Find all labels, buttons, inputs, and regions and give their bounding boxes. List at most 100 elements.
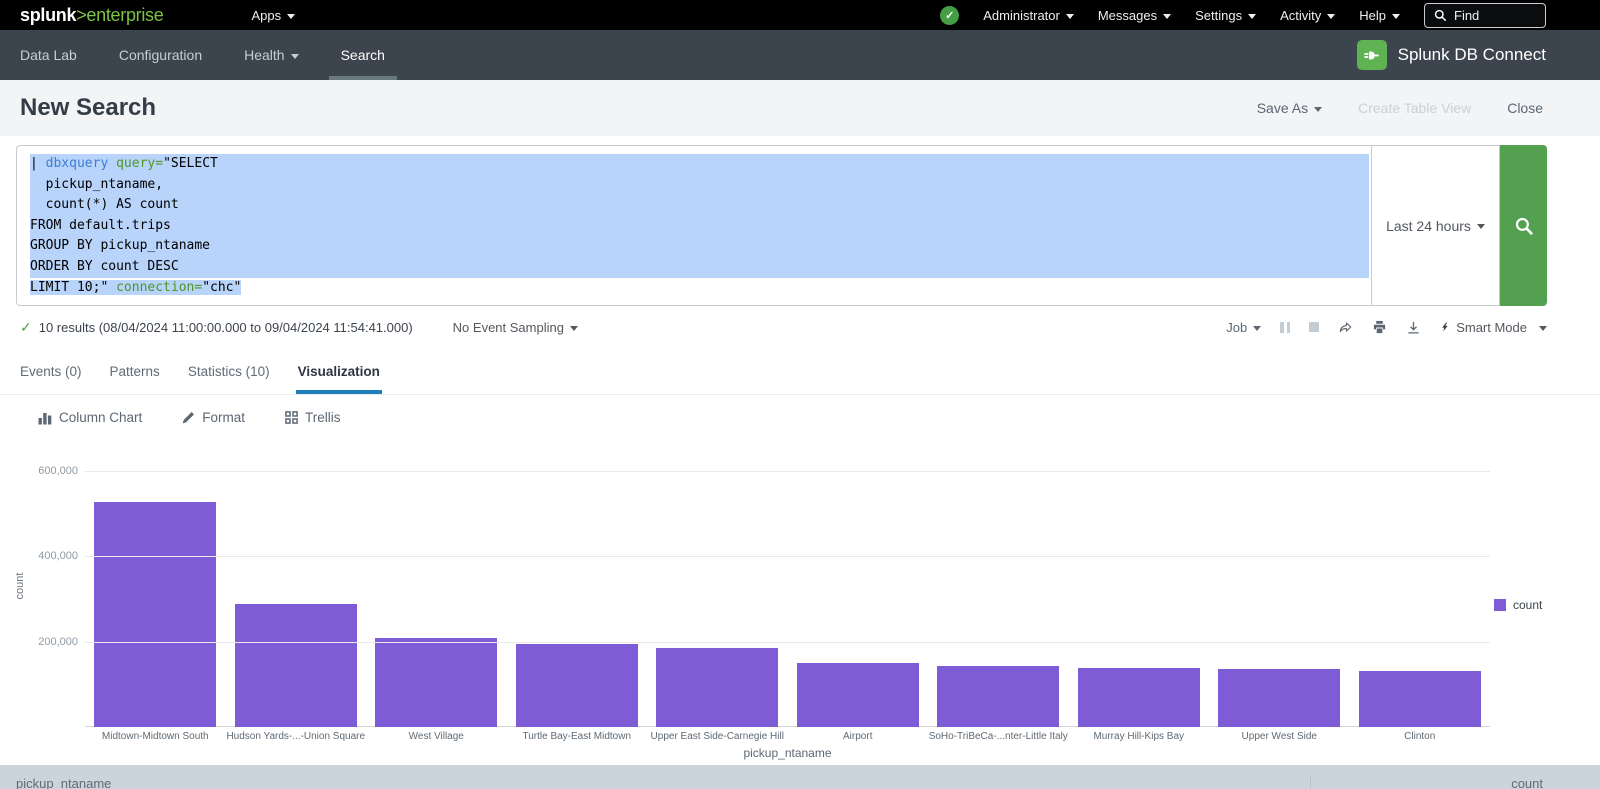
- health-status-icon[interactable]: ✓: [940, 6, 959, 25]
- app-identity[interactable]: Splunk DB Connect: [1357, 40, 1546, 70]
- format-label: Format: [202, 410, 245, 425]
- messages-label: Messages: [1098, 8, 1157, 23]
- statistics-table-header: pickup_ntaname count: [0, 765, 1600, 789]
- search-submit-button[interactable]: [1500, 145, 1547, 306]
- db-connect-plug-icon: [1357, 40, 1387, 70]
- bar-3[interactable]: [516, 644, 638, 727]
- save-as-label: Save As: [1257, 100, 1308, 116]
- apps-menu[interactable]: Apps: [251, 8, 295, 23]
- nav-item-health[interactable]: Health: [244, 30, 298, 80]
- share-icon[interactable]: [1338, 320, 1353, 334]
- spl-param-token: query=: [108, 156, 163, 171]
- tab-visualization[interactable]: Visualization: [298, 348, 380, 394]
- trellis-grid-icon: [285, 411, 298, 424]
- spl-command-token: dbxquery: [46, 156, 109, 171]
- bar-8[interactable]: [1218, 669, 1340, 727]
- format-button[interactable]: Format: [182, 410, 245, 425]
- bar-9[interactable]: [1359, 671, 1481, 727]
- settings-label: Settings: [1195, 8, 1242, 23]
- chart-plot: [85, 440, 1490, 727]
- smart-mode-label: Smart Mode: [1456, 320, 1527, 335]
- search-query-editor[interactable]: | dbxquery query="SELECT pickup_ntaname,…: [16, 145, 1372, 306]
- export-icon[interactable]: [1406, 320, 1421, 335]
- chevron-down-icon: [1253, 326, 1261, 331]
- bar-slot: [647, 440, 788, 727]
- settings-menu[interactable]: Settings: [1195, 8, 1256, 23]
- search-mode-dropdown[interactable]: Smart Mode: [1440, 320, 1547, 335]
- table-column-count[interactable]: count: [1310, 776, 1600, 789]
- activity-menu[interactable]: Activity: [1280, 8, 1335, 23]
- chart-legend[interactable]: count: [1494, 598, 1542, 612]
- query-line: LIMIT 10;" connection="chc": [30, 278, 1369, 299]
- tab-statistics-label: Statistics (10): [188, 364, 270, 379]
- bar-6[interactable]: [937, 666, 1059, 727]
- results-summary: 10 results (08/04/2024 11:00:00.000 to 0…: [39, 320, 413, 335]
- chevron-down-icon: [287, 14, 295, 19]
- nav-item-search[interactable]: Search: [341, 30, 385, 80]
- save-as-button[interactable]: Save As: [1257, 100, 1322, 116]
- lightning-bolt-icon: [1440, 320, 1450, 334]
- administrator-label: Administrator: [983, 8, 1060, 23]
- chevron-down-icon: [1163, 14, 1171, 19]
- nav-item-configuration[interactable]: Configuration: [119, 30, 202, 80]
- health-label: Health: [244, 47, 284, 63]
- bar-1[interactable]: [235, 604, 357, 727]
- query-line: | dbxquery query="SELECT: [30, 154, 1369, 175]
- tab-visualization-label: Visualization: [298, 364, 380, 379]
- chevron-down-icon: [1539, 326, 1547, 331]
- bar-2[interactable]: [375, 638, 497, 727]
- time-range-picker[interactable]: Last 24 hours: [1372, 145, 1500, 306]
- bar-4[interactable]: [656, 648, 778, 727]
- bar-slot: [85, 440, 226, 727]
- table-column-pickup-ntaname[interactable]: pickup_ntaname: [0, 776, 1310, 789]
- create-table-view-label: Create Table View: [1358, 100, 1471, 116]
- data-lab-label: Data Lab: [20, 47, 77, 63]
- print-icon[interactable]: [1372, 320, 1387, 335]
- activity-label: Activity: [1280, 8, 1321, 23]
- find-box[interactable]: [1424, 3, 1546, 28]
- tab-statistics[interactable]: Statistics (10): [188, 348, 270, 394]
- help-label: Help: [1359, 8, 1386, 23]
- chart-bars: [85, 440, 1490, 727]
- bar-slot: [226, 440, 367, 727]
- y-axis-labels: 200,000400,000600,000: [0, 440, 78, 727]
- chart-type-picker[interactable]: Column Chart: [38, 410, 142, 425]
- y-tick-label: 200,000: [38, 636, 78, 648]
- x-tick-label: Midtown-Midtown South: [85, 731, 226, 742]
- gridline: [85, 471, 1490, 472]
- app-nav-bar: Data Lab Configuration Health Search Spl…: [0, 30, 1600, 80]
- x-tick-label: Upper West Side: [1209, 731, 1350, 742]
- bar-7[interactable]: [1078, 668, 1200, 727]
- bar-5[interactable]: [797, 663, 919, 727]
- results-tabs: Events (0) Patterns Statistics (10) Visu…: [0, 348, 1600, 395]
- nav-item-data-lab[interactable]: Data Lab: [20, 30, 77, 80]
- bar-slot: [788, 440, 929, 727]
- tab-events[interactable]: Events (0): [20, 348, 82, 394]
- job-menu[interactable]: Job: [1226, 320, 1261, 335]
- help-menu[interactable]: Help: [1359, 8, 1400, 23]
- messages-menu[interactable]: Messages: [1098, 8, 1171, 23]
- trellis-label: Trellis: [305, 410, 341, 425]
- bar-slot: [1350, 440, 1491, 727]
- event-sampling-dropdown[interactable]: No Event Sampling: [453, 320, 578, 335]
- x-axis-title: pickup_ntaname: [85, 746, 1490, 760]
- chevron-down-icon: [1477, 224, 1485, 229]
- search-bar-row: | dbxquery query="SELECT pickup_ntaname,…: [16, 145, 1547, 306]
- x-axis-labels: Midtown-Midtown SouthHudson Yards-...-Un…: [85, 731, 1490, 742]
- chevron-down-icon: [1314, 107, 1322, 112]
- pause-icon: [1280, 322, 1290, 333]
- close-button[interactable]: Close: [1507, 100, 1543, 116]
- job-label: Job: [1226, 320, 1247, 335]
- x-tick-label: Clinton: [1350, 731, 1491, 742]
- administrator-menu[interactable]: Administrator: [983, 8, 1074, 23]
- query-line: GROUP BY pickup_ntaname: [30, 236, 1369, 257]
- x-tick-label: Hudson Yards-...-Union Square: [226, 731, 367, 742]
- chevron-down-icon: [291, 54, 299, 59]
- find-input[interactable]: [1454, 8, 1536, 23]
- tab-patterns[interactable]: Patterns: [110, 348, 160, 394]
- splunk-logo[interactable]: splunk>enterprise: [20, 5, 163, 26]
- app-name: Splunk DB Connect: [1398, 45, 1546, 65]
- trellis-button[interactable]: Trellis: [285, 410, 341, 425]
- bar-0[interactable]: [94, 502, 216, 727]
- chevron-down-icon: [1248, 14, 1256, 19]
